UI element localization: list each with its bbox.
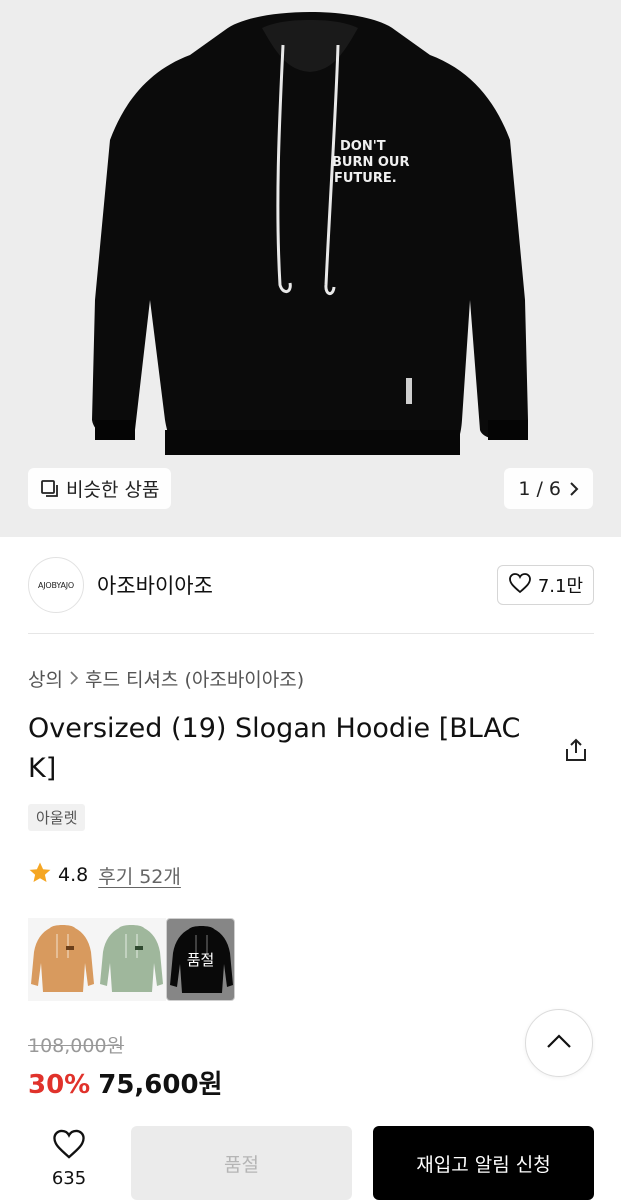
brand-name[interactable]: 아조바이아조 — [97, 570, 213, 600]
soldout-badge: 품절 — [167, 919, 234, 1000]
product-like-button[interactable]: 635 — [40, 1128, 98, 1189]
similar-products-button[interactable]: 비슷한 상품 — [28, 468, 172, 509]
hoodie-image: DON'T BURN OUR FUTURE. — [92, 12, 528, 455]
brand-like-count: 7.1만 — [537, 576, 583, 597]
restock-notify-button[interactable]: 재입고 알림 신청 — [373, 1126, 594, 1200]
rating-row: 4.8 후기 52개 — [28, 860, 181, 890]
original-price: 108,000원 — [28, 1035, 125, 1057]
color-option-orange[interactable] — [28, 918, 97, 1001]
similar-products-label: 비슷한 상품 — [66, 479, 160, 501]
image-counter: 1 / 6 — [518, 477, 561, 500]
share-icon[interactable] — [563, 737, 589, 767]
price-row: 30% 75,600원 — [28, 1064, 223, 1101]
soldout-button[interactable]: 품절 — [131, 1126, 352, 1200]
divider — [28, 633, 594, 634]
outlet-tag: 아울렛 — [28, 804, 86, 831]
scroll-to-top-button[interactable] — [525, 1009, 593, 1077]
image-counter-button[interactable]: 1 / 6 — [504, 468, 593, 509]
chevron-right-icon — [69, 668, 79, 690]
heart-icon — [51, 1128, 87, 1164]
breadcrumb: 상의 후드 티셔츠 (아조바이아조) — [28, 665, 304, 692]
chevron-right-icon — [569, 481, 579, 496]
svg-text:DON'T: DON'T — [340, 139, 386, 154]
product-like-count: 635 — [51, 1168, 87, 1189]
brand-like-button[interactable]: 7.1만 — [496, 565, 594, 605]
product-title: Oversized (19) Slogan Hoodie [BLACK] — [28, 713, 521, 784]
breadcrumb-category[interactable]: 상의 — [28, 665, 63, 692]
brand-logo[interactable]: AJOBYAJO — [28, 557, 84, 613]
brand-row: AJOBYAJO 아조바이아조 7.1만 — [28, 556, 594, 614]
breadcrumb-subcategory[interactable]: 후드 티셔츠 (아조바이아조) — [85, 665, 304, 692]
product-image-carousel[interactable]: DON'T BURN OUR FUTURE. 비슷한 상품 1 / 6 — [0, 0, 621, 537]
color-option-mint[interactable] — [97, 918, 166, 1001]
copy-icon — [40, 479, 60, 499]
heart-icon — [508, 572, 532, 599]
chevron-up-icon — [546, 1033, 572, 1053]
svg-text:FUTURE.: FUTURE. — [334, 171, 397, 186]
star-icon — [28, 861, 52, 890]
discount-rate: 30% — [28, 1070, 91, 1100]
reviews-link[interactable]: 후기 52개 — [98, 862, 181, 889]
color-option-black[interactable]: 품절 — [166, 918, 235, 1001]
final-price: 75,600원 — [98, 1070, 223, 1100]
rating-score: 4.8 — [58, 864, 89, 886]
svg-text:BURN OUR: BURN OUR — [332, 155, 410, 170]
color-options: 품절 — [28, 918, 235, 1001]
brand-logo-text: AJOBYAJO — [38, 580, 74, 590]
